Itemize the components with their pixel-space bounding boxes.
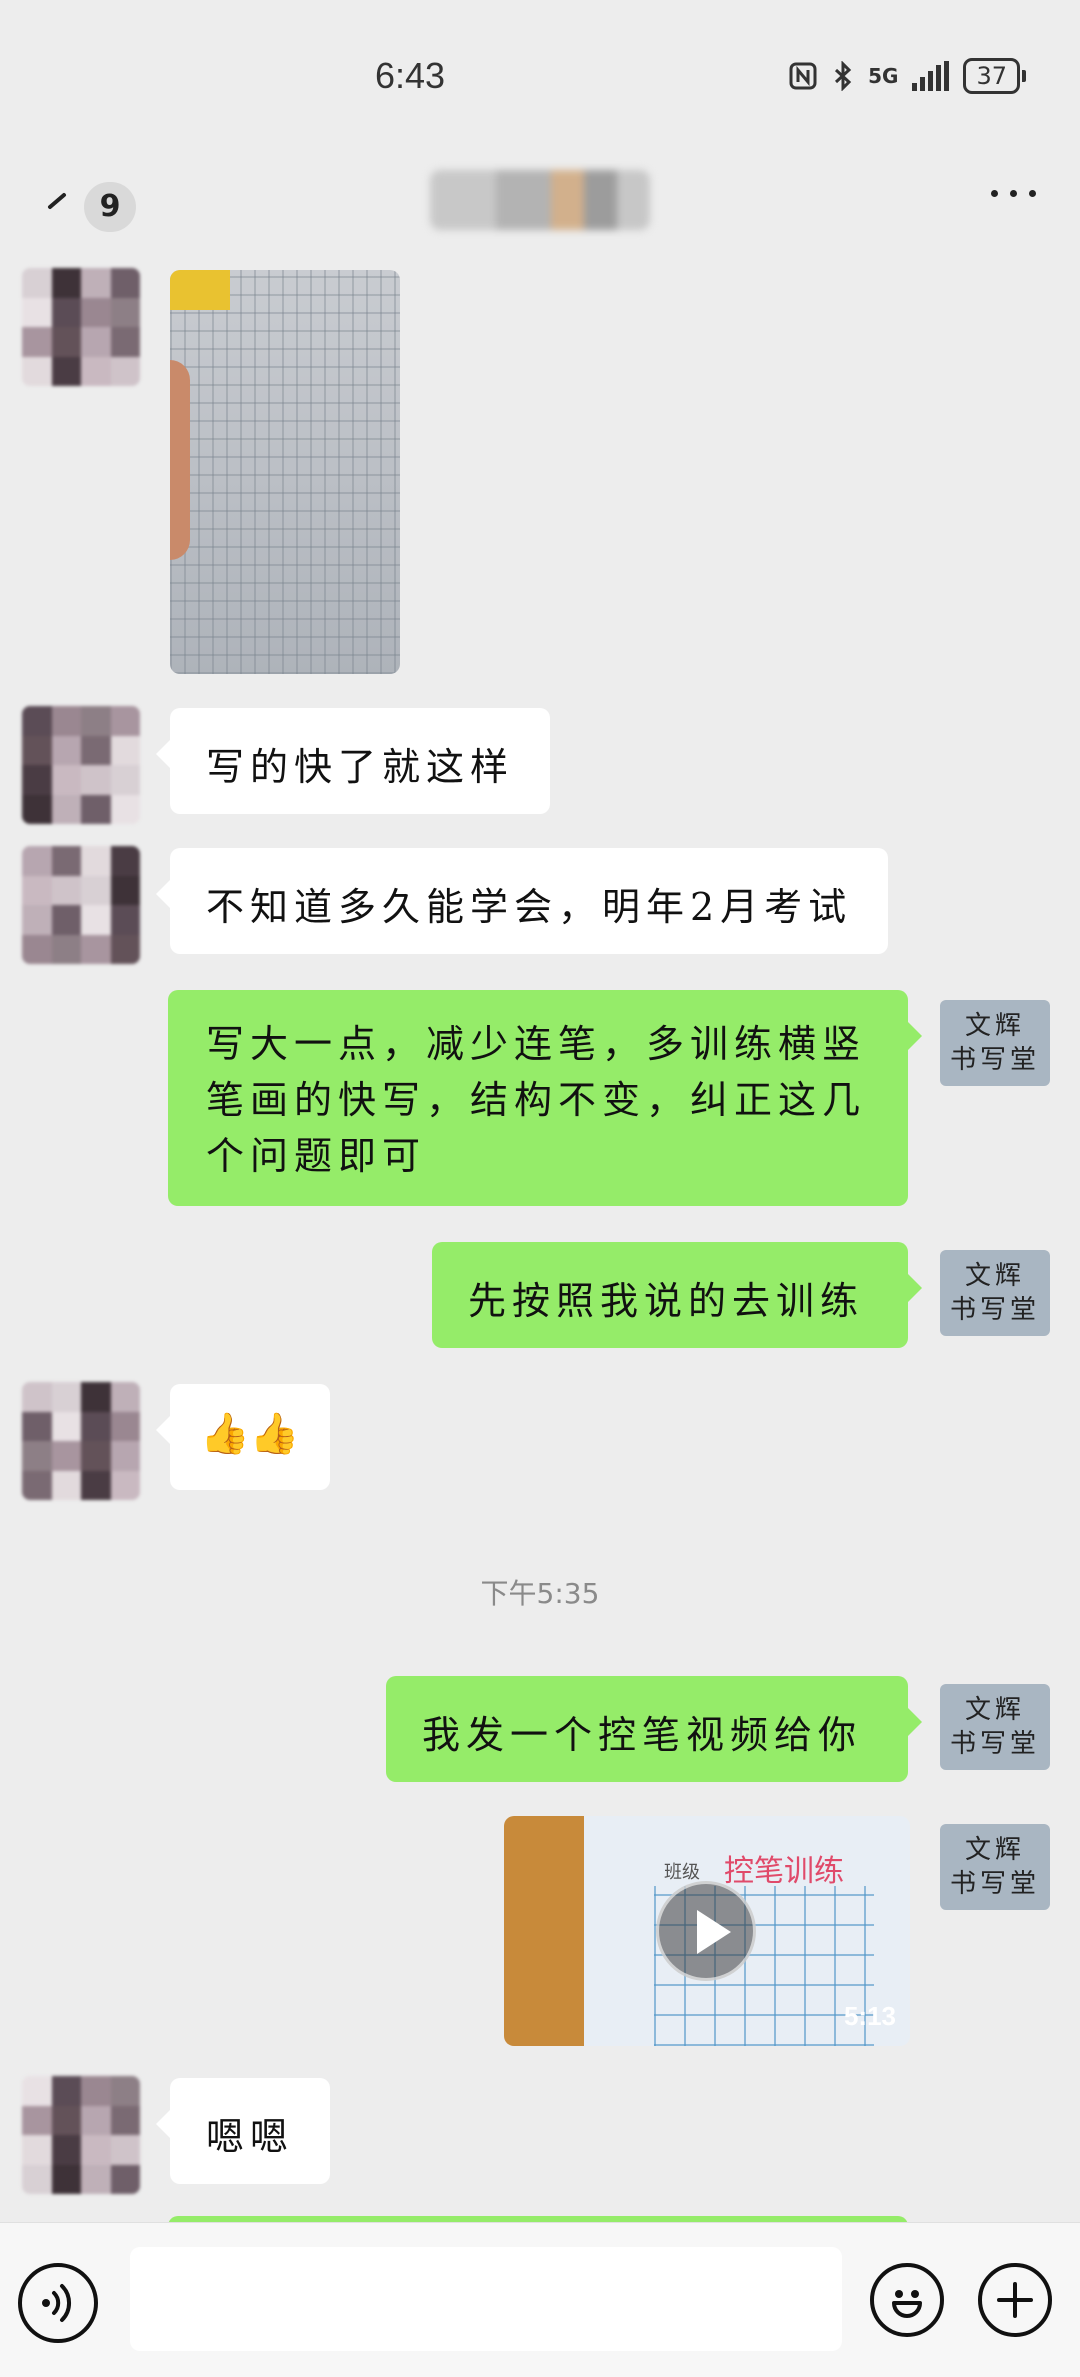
self-avatar[interactable]: 文辉 书写堂 bbox=[940, 1824, 1050, 1910]
avatar-text: 文辉 书写堂 bbox=[950, 1695, 1041, 1759]
image-message[interactable] bbox=[170, 270, 400, 674]
text-message[interactable]: 写的快了就这样 bbox=[155, 708, 551, 814]
emoji-icon bbox=[892, 2290, 922, 2318]
text-message[interactable]: 先按照我说的去训练 bbox=[432, 1242, 922, 1348]
contact-avatar[interactable] bbox=[22, 1382, 140, 1500]
text-message[interactable]: 我发一个控笔视频给你 bbox=[386, 1676, 922, 1782]
voice-icon bbox=[42, 2284, 72, 2322]
text-line: 个问题即可 bbox=[206, 1134, 427, 1178]
video-thumb-title: 控笔训练 bbox=[724, 1854, 844, 1889]
signal-icon bbox=[912, 61, 950, 91]
timestamp: 下午5:35 bbox=[480, 1577, 600, 1610]
avatar-text: 文辉 书写堂 bbox=[950, 1835, 1041, 1899]
input-bar bbox=[0, 2222, 1080, 2377]
avatar-text: 文辉 书写堂 bbox=[950, 1261, 1041, 1325]
network-type: 5G bbox=[868, 64, 899, 88]
video-thumb-label: 班级 bbox=[664, 1862, 700, 1883]
message-input[interactable] bbox=[130, 2247, 842, 2351]
back-button[interactable]: 9 bbox=[40, 180, 140, 234]
message-row: 写大一点，减少连笔，多训练横竖 笔画的快写，结构不变，纠正这几 个问题即可 文辉… bbox=[0, 988, 1080, 1208]
message-row bbox=[0, 260, 1080, 690]
message-row: 先按照我说的去训练 文辉 书写堂 bbox=[0, 1240, 1080, 1350]
contact-avatar[interactable] bbox=[22, 2076, 140, 2194]
message-row: 不知道多久能学会，明年2月考试 bbox=[0, 846, 1080, 964]
emoji-message[interactable]: 👍👍 bbox=[156, 1384, 330, 1490]
play-icon[interactable] bbox=[656, 1881, 756, 1981]
chat-title bbox=[430, 170, 650, 230]
more-dots-icon[interactable] bbox=[991, 190, 1036, 197]
self-avatar[interactable]: 文辉 书写堂 bbox=[940, 1250, 1050, 1336]
plus-icon bbox=[997, 2282, 1033, 2318]
self-avatar[interactable]: 文辉 书写堂 bbox=[940, 1000, 1050, 1086]
message-row: 写的快了就这样 bbox=[0, 706, 1080, 824]
emoji-button[interactable] bbox=[870, 2263, 944, 2337]
text-message[interactable]: 嗯嗯 bbox=[155, 2078, 331, 2184]
text-message[interactable]: 写大一点，减少连笔，多训练横竖 笔画的快写，结构不变，纠正这几 个问题即可 bbox=[168, 990, 922, 1206]
unread-count-badge: 9 bbox=[84, 182, 136, 232]
message-row: 班级 控笔训练 5:13 文辉 书写堂 bbox=[0, 1814, 1080, 2054]
battery-level: 37 bbox=[963, 58, 1026, 94]
avatar-text: 文辉 书写堂 bbox=[950, 1011, 1041, 1075]
voice-button[interactable] bbox=[18, 2263, 98, 2343]
status-icons: 5G 37 bbox=[788, 58, 1026, 94]
status-bar: 6:43 5G 37 bbox=[0, 0, 1080, 150]
bluetooth-icon bbox=[835, 61, 852, 91]
chevron-left-icon bbox=[48, 193, 66, 209]
self-avatar[interactable]: 文辉 书写堂 bbox=[940, 1684, 1050, 1770]
contact-avatar[interactable] bbox=[22, 268, 140, 386]
chat-header: 9 bbox=[0, 150, 1080, 260]
message-row: 👍👍 bbox=[0, 1382, 1080, 1500]
contact-avatar[interactable] bbox=[22, 846, 140, 964]
text-line: 写大一点，减少连笔，多训练横竖 bbox=[206, 1022, 867, 1066]
message-row: 我发一个控笔视频给你 文辉 书写堂 bbox=[0, 1674, 1080, 1784]
video-message[interactable]: 班级 控笔训练 5:13 bbox=[504, 1816, 910, 2046]
message-list[interactable]: 写的快了就这样 不知道多久能学会，明年2月考试 写大一点，减少连笔，多训练横竖 … bbox=[0, 260, 1080, 2222]
text-message[interactable]: 不知道多久能学会，明年2月考试 bbox=[155, 848, 889, 954]
status-time: 6:43 bbox=[375, 55, 446, 96]
contact-avatar[interactable] bbox=[22, 706, 140, 824]
plus-button[interactable] bbox=[978, 2263, 1052, 2337]
text-line: 笔画的快写，结构不变，纠正这几 bbox=[206, 1078, 867, 1122]
video-duration: 5:13 bbox=[843, 2001, 896, 2031]
message-row: 嗯嗯 bbox=[0, 2076, 1080, 2194]
nfc-icon bbox=[789, 62, 817, 90]
